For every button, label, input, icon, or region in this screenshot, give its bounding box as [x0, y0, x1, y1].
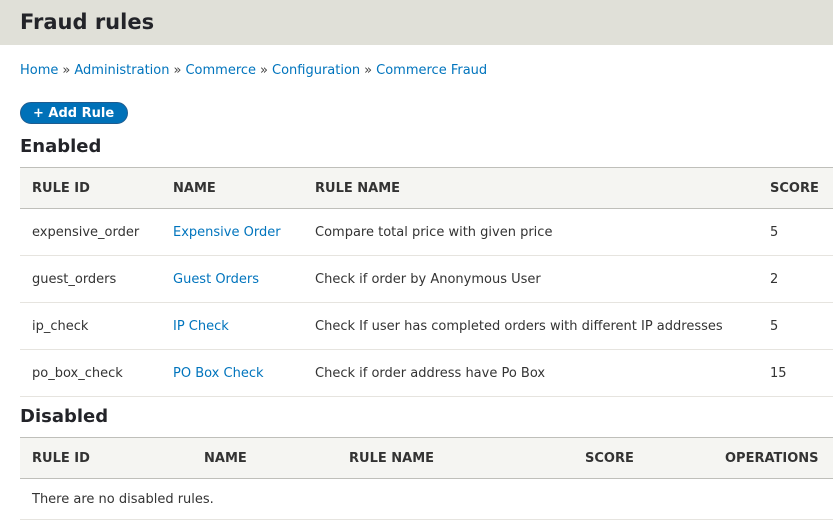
rule-score: 2 — [758, 255, 833, 303]
column-header-rule-name: Rule name — [337, 437, 573, 479]
rule-name-link[interactable]: Guest Orders — [173, 272, 259, 287]
rule-description: Check If user has completed orders with … — [303, 302, 758, 350]
rule-score: 5 — [758, 208, 833, 256]
rule-description: Check if order address have Po Box — [303, 349, 758, 397]
column-header-name: Name — [161, 167, 303, 209]
table-row: guest_orders Guest Orders Check if order… — [20, 255, 833, 303]
rule-name-link[interactable]: IP Check — [173, 319, 229, 334]
column-header-score: Score — [758, 167, 833, 209]
page-title: Fraud rules — [20, 10, 155, 34]
breadcrumb-administration[interactable]: Administration — [74, 63, 169, 78]
rule-description: Check if order by Anonymous User — [303, 255, 758, 303]
column-header-rule-id: Rule ID — [20, 437, 192, 479]
rule-name-link[interactable]: PO Box Check — [173, 366, 264, 381]
disabled-heading: Disabled — [20, 406, 109, 427]
enabled-heading: Enabled — [20, 136, 102, 157]
breadcrumb-commerce-fraud[interactable]: Commerce Fraud — [376, 63, 487, 78]
rule-id: expensive_order — [20, 208, 161, 256]
column-header-rule-name: Rule name — [303, 167, 758, 209]
column-header-name: Name — [192, 437, 337, 479]
breadcrumb-home[interactable]: Home — [20, 63, 58, 78]
disabled-rules-table: Rule ID Name Rule name Score Operations … — [20, 437, 833, 520]
breadcrumb-separator: » — [260, 63, 268, 78]
breadcrumb-configuration[interactable]: Configuration — [272, 63, 360, 78]
breadcrumb-separator: » — [173, 63, 182, 78]
rule-score: 15 — [758, 349, 833, 397]
enabled-rules-table: Rule ID Name Rule name Score expensive_o… — [20, 167, 833, 397]
column-header-score: Score — [573, 437, 713, 479]
breadcrumb-separator: » — [62, 63, 71, 78]
empty-message: There are no disabled rules. — [20, 478, 833, 520]
rule-score: 5 — [758, 302, 833, 350]
column-header-rule-id: Rule ID — [20, 167, 161, 209]
add-rule-button[interactable]: + Add Rule — [20, 102, 129, 124]
column-header-operations: Operations — [713, 437, 833, 479]
rule-name-link[interactable]: Expensive Order — [173, 225, 281, 240]
table-row: expensive_order Expensive Order Compare … — [20, 208, 833, 256]
breadcrumb-separator: » — [364, 63, 373, 78]
breadcrumb: Home» Administration» Commerce» Configurati… — [20, 63, 487, 78]
page-header: Fraud rules — [0, 0, 833, 45]
table-row: ip_check IP Check Check If user has comp… — [20, 302, 833, 350]
table-row: po_box_check PO Box Check Check if order… — [20, 349, 833, 397]
rule-id: po_box_check — [20, 349, 161, 397]
empty-row: There are no disabled rules. — [20, 478, 833, 520]
breadcrumb-commerce[interactable]: Commerce — [185, 63, 256, 78]
rule-id: ip_check — [20, 302, 161, 350]
rule-id: guest_orders — [20, 255, 161, 303]
rule-description: Compare total price with given price — [303, 208, 758, 256]
